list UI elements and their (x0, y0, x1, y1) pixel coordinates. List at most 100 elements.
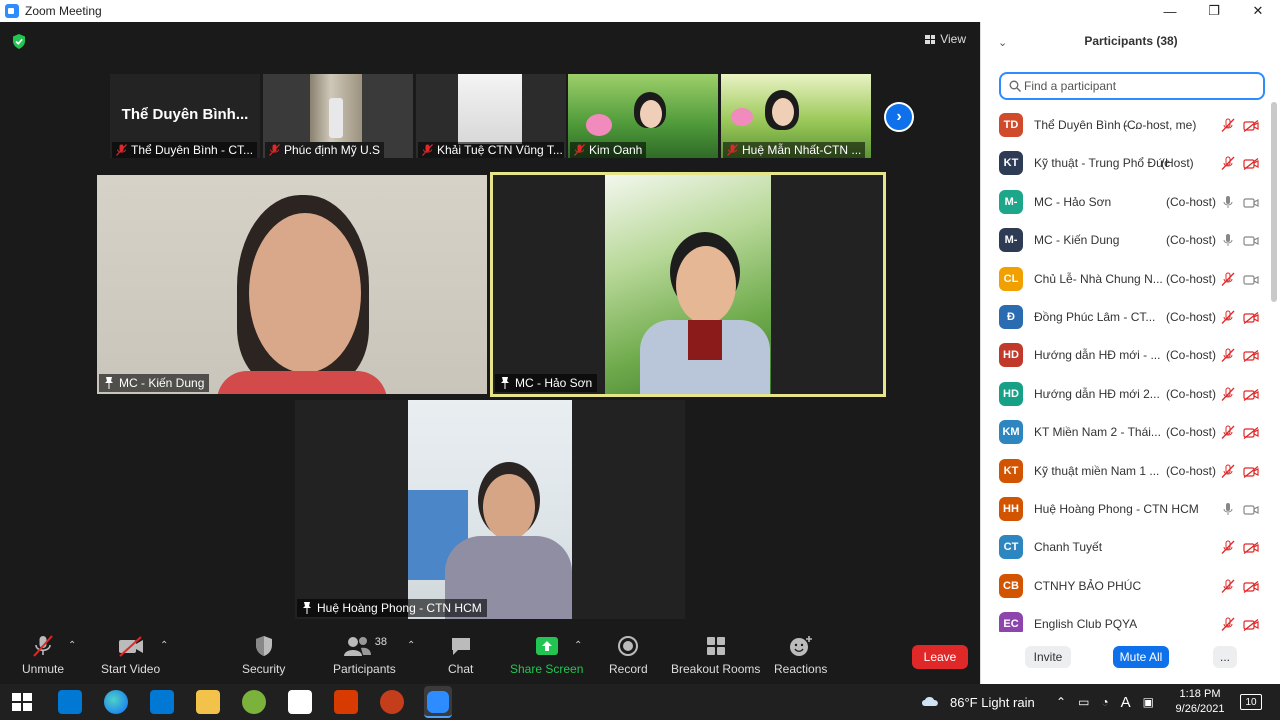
mic-muted-icon[interactable] (1221, 272, 1235, 286)
mic-muted-icon (727, 144, 738, 156)
share-screen-button[interactable]: Share Screen (510, 634, 583, 676)
mute-all-button[interactable]: Mute All (1113, 646, 1169, 668)
video-off-icon[interactable] (1243, 580, 1259, 593)
participant-search[interactable] (999, 72, 1265, 100)
share-options-caret-icon[interactable]: ⌃ (574, 640, 582, 651)
participant-row[interactable]: Đ Đồng Phúc Lâm - CT... (Co-host) (981, 298, 1271, 336)
search-input[interactable] (1024, 79, 1254, 93)
mic-icon[interactable] (1221, 502, 1235, 516)
security-button[interactable]: Security (242, 634, 285, 676)
participant-row[interactable]: KT Kỹ thuật miền Nam 1 ... (Co-host) (981, 452, 1271, 490)
mic-muted-icon[interactable] (1221, 118, 1235, 132)
app-icon[interactable] (242, 690, 266, 714)
mic-muted-icon[interactable] (1221, 617, 1235, 632)
audio-options-caret-icon[interactable]: ⌃ (68, 640, 76, 651)
participants-button[interactable]: 38 Participants (333, 634, 396, 676)
taskbar-clock[interactable]: 1:18 PM 9/26/2021 (1170, 687, 1230, 717)
close-button[interactable]: ✕ (1236, 0, 1280, 22)
reactions-button[interactable]: Reactions (774, 634, 827, 676)
participants-options-caret-icon[interactable]: ⌃ (407, 640, 415, 651)
app-icon[interactable] (288, 690, 312, 714)
encryption-shield-icon[interactable] (12, 34, 26, 49)
gallery-thumb[interactable]: Khải Tuệ CTN Vũng T... (416, 74, 566, 158)
participant-row[interactable]: TD Thể Duyên Bình - ... (Co-host, me) (981, 106, 1271, 144)
gallery-thumb[interactable]: Phúc định Mỹ U.S (263, 74, 413, 158)
view-button[interactable]: View (925, 32, 966, 46)
video-off-icon[interactable] (1243, 426, 1259, 440)
video-off-icon[interactable] (1243, 157, 1259, 171)
mic-muted-icon[interactable] (1221, 156, 1235, 171)
gallery-thumb[interactable]: Huệ Mẫn Nhất-CTN ... (721, 74, 871, 158)
next-page-arrow-icon[interactable]: › (884, 102, 914, 132)
unmute-button[interactable]: Unmute (22, 634, 64, 676)
mic-muted-icon[interactable] (1221, 348, 1235, 363)
mic-muted-icon[interactable] (1221, 387, 1235, 401)
video-off-icon[interactable] (1243, 349, 1259, 363)
restore-button[interactable]: ❐ (1192, 0, 1236, 22)
participant-row[interactable]: CB CTNHY BẢO PHÚC (981, 567, 1271, 605)
record-button[interactable]: Record (609, 634, 648, 676)
more-options-button[interactable]: ... (1213, 646, 1237, 668)
invite-button[interactable]: Invite (1025, 646, 1071, 668)
zoom-taskbar-icon[interactable] (424, 686, 452, 718)
video-icon[interactable] (1243, 503, 1259, 515)
pin-icon (105, 377, 113, 389)
mail-icon[interactable] (150, 690, 174, 714)
video-off-icon[interactable] (1243, 119, 1259, 133)
video-tile[interactable]: Huệ Hoàng Phong - CTN HCM (295, 400, 685, 619)
participant-row[interactable]: M- MC - Kiến Dung (Co-host) (981, 221, 1271, 259)
breakout-rooms-button[interactable]: Breakout Rooms (671, 634, 760, 676)
file-explorer-icon[interactable] (196, 690, 220, 714)
participant-row[interactable]: KM KT Miền Nam 2 - Thái... (Co-host) (981, 413, 1271, 451)
meeting-area: View Thể Duyên Bình... Thể Duyên Bình - … (0, 22, 980, 684)
video-off-icon[interactable] (1243, 388, 1259, 401)
video-off-icon[interactable] (1243, 541, 1259, 555)
edge-browser-icon[interactable] (104, 690, 128, 714)
video-off-icon[interactable] (1243, 618, 1259, 632)
mic-muted-icon[interactable] (1221, 464, 1235, 478)
video-tile-active-speaker[interactable]: MC - Hảo Sơn (490, 172, 886, 397)
minimize-button[interactable]: — (1148, 0, 1192, 22)
mic-muted-icon[interactable] (1221, 579, 1235, 593)
notifications-badge[interactable]: 10 (1240, 694, 1262, 710)
weather-widget[interactable]: 86°F Light rain (920, 684, 1035, 720)
wifi-icon[interactable]: ◔ (1101, 695, 1108, 709)
participant-row[interactable]: HD Hướng dẫn HĐ mới 2... (Co-host) (981, 375, 1271, 413)
store-icon[interactable] (58, 690, 82, 714)
leave-button[interactable]: Leave (912, 645, 968, 669)
panel-scrollbar[interactable] (1271, 102, 1277, 302)
chat-icon (450, 634, 472, 658)
powerpoint-icon[interactable] (380, 690, 404, 714)
video-icon[interactable] (1243, 234, 1259, 246)
participant-row[interactable]: HH Huệ Hoàng Phong - CTN HCM (981, 490, 1271, 528)
video-icon[interactable] (1243, 273, 1259, 285)
mic-icon[interactable] (1221, 195, 1235, 209)
windows-start-icon[interactable] (10, 690, 34, 714)
ime-icon[interactable]: ▣ (1143, 695, 1154, 709)
gallery-thumb[interactable]: Kim Oanh (568, 74, 718, 158)
mic-muted-icon[interactable] (1221, 310, 1235, 324)
mic-muted-icon[interactable] (1221, 425, 1235, 440)
show-hidden-icons-icon[interactable]: ⌃ (1056, 695, 1066, 709)
participant-row[interactable]: HD Hướng dẫn HĐ mới - ... (Co-host) (981, 336, 1271, 374)
meeting-toolbar: Unmute ⌃ Start Video ⌃ Security 38 Parti… (0, 632, 980, 684)
font-a-icon[interactable]: A (1121, 694, 1131, 711)
participant-row[interactable]: KT Kỹ thuật - Trung Phổ Đức (Host) (981, 144, 1271, 182)
gallery-thumb[interactable]: Thể Duyên Bình... Thể Duyên Bình - CT... (110, 74, 260, 158)
chat-button[interactable]: Chat (448, 634, 473, 676)
participant-row[interactable]: EC English Club PQYA (981, 605, 1271, 632)
video-off-icon[interactable] (1243, 465, 1259, 478)
mic-muted-icon[interactable] (1221, 540, 1235, 555)
video-icon[interactable] (1243, 196, 1259, 208)
video-off-icon[interactable] (1243, 311, 1259, 325)
start-video-button[interactable]: Start Video (101, 634, 160, 676)
video-tile[interactable]: MC - Kiến Dung (97, 175, 487, 394)
participants-panel: ⌄ Participants (38) TDThể Duyên Bình - .… (980, 22, 1280, 684)
office-icon[interactable] (334, 690, 358, 714)
participant-row[interactable]: CT Chanh Tuyết (981, 528, 1271, 566)
battery-icon[interactable]: ▭ (1078, 695, 1089, 709)
mic-icon[interactable] (1221, 233, 1235, 247)
video-options-caret-icon[interactable]: ⌃ (160, 640, 168, 651)
participant-row[interactable]: CL Chủ Lễ- Nhà Chung N... (Co-host) (981, 260, 1271, 298)
participant-row[interactable]: M- MC - Hảo Sơn (Co-host) (981, 183, 1271, 221)
